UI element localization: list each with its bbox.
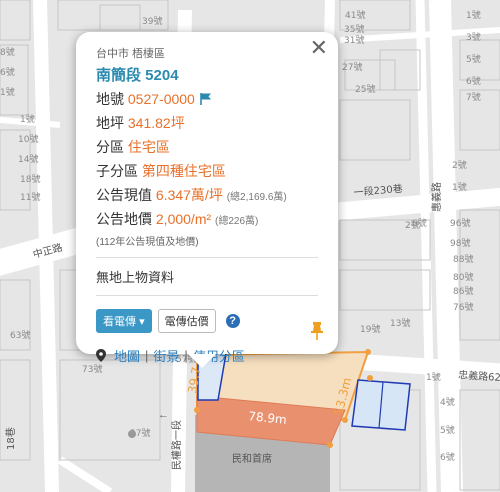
map-label: 18號 xyxy=(20,173,40,185)
map-label: 6號 xyxy=(466,75,481,87)
map-label: 31號 xyxy=(344,34,364,46)
land-price-label: 公告地價 xyxy=(96,211,152,227)
map-label: 11號 xyxy=(20,191,40,203)
lot-value: 0527-0000 xyxy=(127,91,195,107)
help-icon[interactable]: ? xyxy=(225,314,240,328)
present-value-total: (總2,169.6萬) xyxy=(226,192,287,203)
zone-label: 分區 xyxy=(96,139,124,155)
parcel-info-popup: ✕ 台中市 梧棲區 南簡段 5204 地號 0527-0000 地坪 341.8… xyxy=(76,32,338,368)
map-label: 76號 xyxy=(453,301,473,313)
link-separator: | xyxy=(145,348,149,363)
section-title: 南簡段 5204 xyxy=(96,67,179,84)
map-label: 14號 xyxy=(18,153,38,165)
map-label: 1號 xyxy=(426,371,441,383)
zone-value: 住宅區 xyxy=(127,139,170,155)
street-view-link[interactable]: 街景 xyxy=(153,346,179,365)
map-label: 27號 xyxy=(342,61,362,73)
action-buttons: 看電傳 ▾ 電傳估價 ? xyxy=(96,309,318,333)
map-label: 1號 xyxy=(466,9,481,21)
map-link[interactable]: 地圖 xyxy=(114,346,140,365)
zoning-link[interactable]: 使用分區 xyxy=(193,346,245,365)
popup-links: 地圖 | 街景 | 使用分區 xyxy=(96,346,318,365)
map-label: 88號 xyxy=(453,253,473,265)
traffic-marker-icon xyxy=(128,430,136,438)
subzone-row: 子分區 第四種住宅區 xyxy=(96,161,318,181)
map-label: 6號 xyxy=(440,451,455,463)
present-value: 6.347萬/坪 xyxy=(155,187,223,203)
present-value-label: 公告現值 xyxy=(96,187,152,203)
map-label: 5號 xyxy=(440,424,455,436)
map-label: 2號 xyxy=(452,159,467,171)
location-pin-icon xyxy=(96,349,106,362)
lot-label: 地號 xyxy=(96,91,124,107)
map-label: 86號 xyxy=(453,285,473,297)
map-label: 80號 xyxy=(453,271,473,283)
road-label-lane18: 18巷 xyxy=(5,427,17,450)
valuation-note: (112年公告現值及地價) xyxy=(96,237,199,248)
map-label: 6號 xyxy=(412,217,427,229)
map-label: 1號 xyxy=(20,113,35,125)
map-label: 13號 xyxy=(390,317,410,329)
flag-icon[interactable] xyxy=(199,92,213,106)
road-label-minquan: 民權路一段 xyxy=(170,420,183,470)
estimate-button[interactable]: 電傳估價 xyxy=(157,309,216,333)
map-label: 1號 xyxy=(0,86,15,98)
land-price-row: 公告地價 2,000/m² (總226萬) xyxy=(96,209,318,229)
road-label-huiyan: 惠義路 xyxy=(430,182,443,212)
map-label: 6號 xyxy=(0,66,15,78)
divider xyxy=(96,295,318,296)
map-label: 5號 xyxy=(466,53,481,65)
area-label: 地坪 xyxy=(96,115,124,131)
subzone-label: 子分區 xyxy=(96,163,138,179)
map-label: 98號 xyxy=(450,237,470,249)
map-label: 7號 xyxy=(466,91,481,103)
link-separator: | xyxy=(184,348,188,363)
no-building-text: 無地上物資料 xyxy=(96,270,175,285)
map-label: 19號 xyxy=(360,323,380,335)
arrow-left-icon: ← xyxy=(158,409,169,421)
map-label: 4號 xyxy=(440,396,455,408)
map-label: 35號 xyxy=(344,23,364,35)
map-label: 96號 xyxy=(450,217,470,229)
map-label: 3號 xyxy=(466,31,481,43)
subzone-value: 第四種住宅區 xyxy=(141,163,226,179)
area-row: 地坪 341.82坪 xyxy=(96,113,318,133)
zone-row: 分區 住宅區 xyxy=(96,137,318,157)
building-label: 民和首席 xyxy=(232,452,272,465)
land-price: 2,000/m² xyxy=(155,211,212,227)
map-label: 10號 xyxy=(18,133,38,145)
pushpin-icon[interactable] xyxy=(310,322,324,340)
map-label: 63號 xyxy=(10,329,30,341)
view-agent-button[interactable]: 看電傳 ▾ xyxy=(96,309,152,333)
present-value-row: 公告現值 6.347萬/坪 (總2,169.6萬) xyxy=(96,185,318,205)
area-value: 341.82坪 xyxy=(127,115,185,131)
map-label: 8號 xyxy=(0,46,15,58)
view-agent-label: 看電傳 xyxy=(103,316,136,328)
divider xyxy=(96,257,318,258)
map-label: 1號 xyxy=(452,181,467,193)
land-price-total: (總226萬) xyxy=(215,216,259,227)
district-label: 台中市 梧棲區 xyxy=(96,48,166,60)
close-icon[interactable]: ✕ xyxy=(310,38,328,60)
map-label: 39號 xyxy=(142,15,162,27)
lot-number-row: 地號 0527-0000 xyxy=(96,89,318,109)
map-label: 41號 xyxy=(345,9,365,21)
map-label: 25號 xyxy=(355,83,375,95)
caret-down-icon: ▾ xyxy=(139,316,145,328)
